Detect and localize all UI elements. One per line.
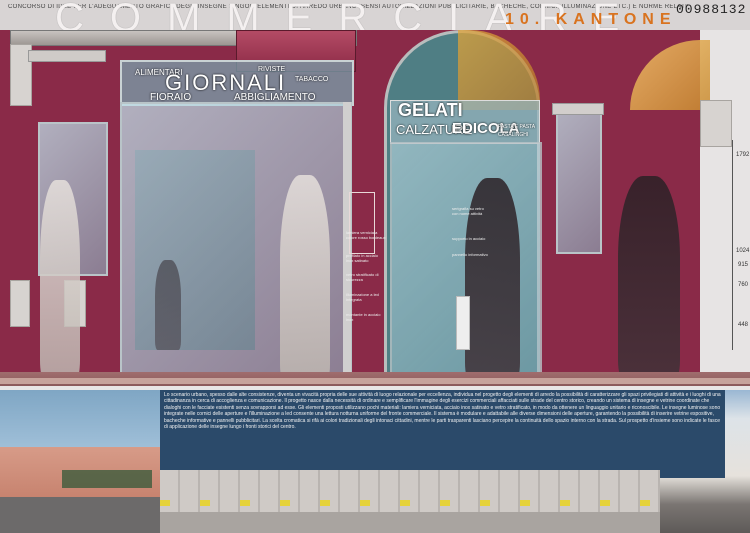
pier-left-bottom xyxy=(10,280,30,327)
project-code: 00988132 xyxy=(676,2,747,17)
annotation-8: montante in acciaio inox xyxy=(346,312,381,322)
page-subtitle: 10. KANTONE xyxy=(505,11,677,28)
dimension-5: 448 xyxy=(738,322,749,328)
person-center xyxy=(280,175,330,385)
annotation-2: profilato in acciaio inox satinato xyxy=(346,253,379,263)
annotation-7: pannello informativo xyxy=(452,252,488,257)
street-photo-left xyxy=(0,390,160,533)
base-strip xyxy=(0,378,750,384)
showcase-right-cap xyxy=(552,103,604,115)
showcase-right-glass xyxy=(556,110,602,254)
sign-right-main: GELATI xyxy=(398,100,463,120)
annotation-1: lamiera verniciata colore rosso bordeaux xyxy=(346,230,386,240)
street-reflection xyxy=(135,150,255,350)
annotation-5: serigrafia su vetro con nome attività xyxy=(452,206,484,216)
elevation-sign-markers xyxy=(160,500,660,506)
project-description: Lo scenario urbano, spesso dalle alte co… xyxy=(160,390,725,478)
elevation-ground-floor xyxy=(160,512,660,533)
person-reflection xyxy=(155,260,181,350)
dimension-1: 1792 xyxy=(736,152,750,158)
sign-right-small-1: PASTA E PASTA xyxy=(498,124,536,130)
annotation-6: supporto in acciaio xyxy=(452,236,486,241)
dimension-4: 760 xyxy=(738,282,749,288)
sign-left-top-3: TABACCO xyxy=(295,76,329,83)
door-handle-detail xyxy=(349,192,375,254)
storefront-sign-photo xyxy=(62,470,152,488)
lamp-right xyxy=(700,100,732,147)
dimension-2: 1024 xyxy=(736,248,750,254)
annotation-4: illuminazione a led integrata xyxy=(346,292,379,302)
showcase-left-cap xyxy=(28,50,106,62)
sign-right-small-2: CASALINGHI xyxy=(498,132,529,138)
dimension-3: 915 xyxy=(738,262,749,268)
dimension-line xyxy=(732,140,733,350)
person-walking xyxy=(618,176,680,381)
shopping-bag xyxy=(456,296,470,350)
annotation-3: vetro stratificato di sicurezza xyxy=(346,272,379,282)
person-left xyxy=(40,180,80,380)
